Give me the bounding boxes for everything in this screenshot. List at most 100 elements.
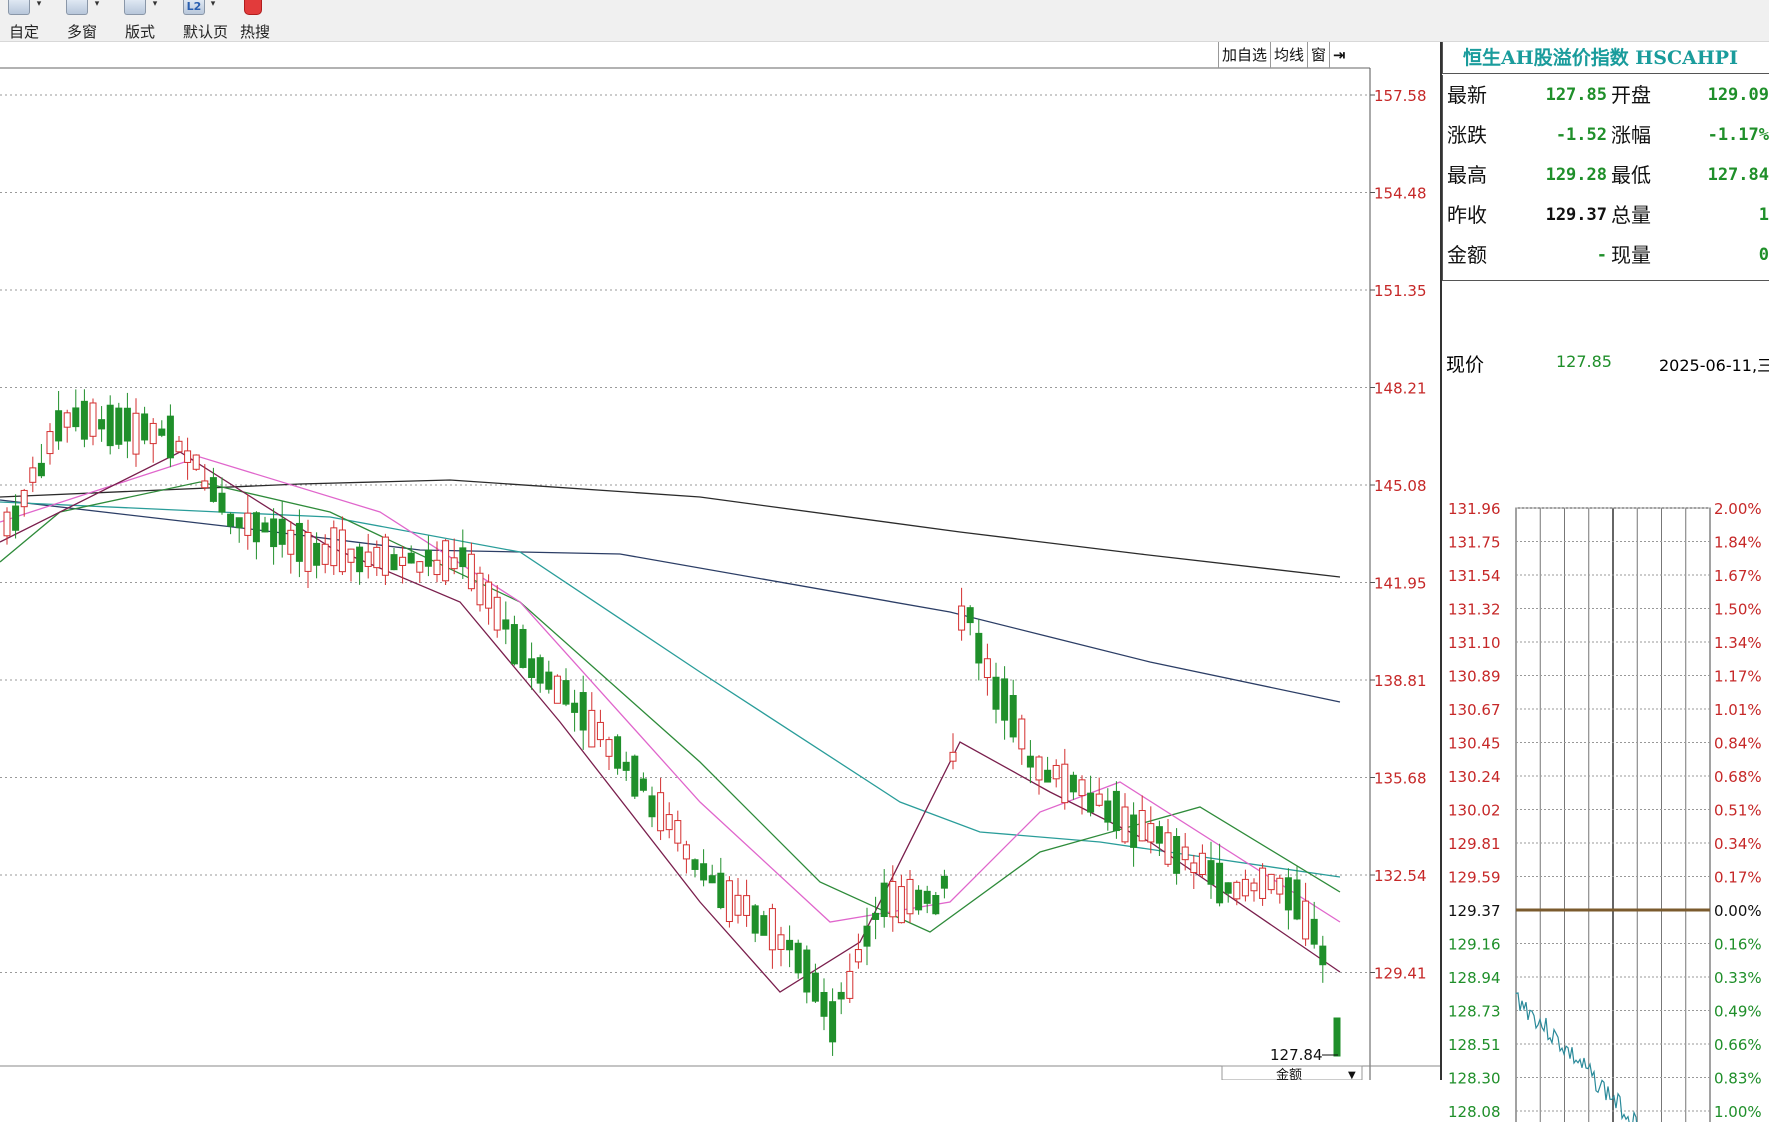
dropdown-arrow-icon: ▼ xyxy=(1348,1070,1356,1080)
candle-body xyxy=(1319,945,1327,966)
candle-body xyxy=(1035,756,1043,781)
candle-body xyxy=(605,739,613,757)
price-tick-label: 129.41 xyxy=(1374,965,1427,983)
candle-body xyxy=(717,872,725,909)
candle-body xyxy=(571,702,579,713)
candle-body xyxy=(209,477,217,502)
moving-average-tab[interactable]: 均线 xyxy=(1270,42,1307,68)
toolbar: ▾ 自定 ▾ 多窗 ▾ 版式 L2 ▾ 默认页 热搜 xyxy=(0,0,1769,42)
candle-body xyxy=(1130,814,1138,848)
candle-body xyxy=(244,512,252,536)
mini-right-tick: 0.83% xyxy=(1714,1070,1762,1088)
candle-body xyxy=(304,531,312,572)
candle-body xyxy=(132,412,140,455)
candle-body xyxy=(1095,793,1103,806)
mini-right-tick: 0.66% xyxy=(1714,1036,1762,1054)
candle-body xyxy=(510,624,518,665)
candle-body xyxy=(682,844,690,860)
moving-average-line-4 xyxy=(0,481,1341,933)
candle-body xyxy=(1104,800,1112,823)
candle-body xyxy=(932,895,940,915)
candle-body xyxy=(1190,862,1198,874)
custom-button[interactable]: ▾ 自定 xyxy=(0,0,56,42)
candle-body xyxy=(940,875,948,889)
mini-left-tick: 131.96 xyxy=(1448,500,1501,518)
candle-body xyxy=(880,882,888,918)
candle-body xyxy=(657,792,665,832)
window-tab[interactable]: 窗 xyxy=(1307,42,1329,68)
dropdown-arrow-icon: ▾ xyxy=(210,0,216,9)
candle-body xyxy=(485,581,493,609)
low-value: 127.84 xyxy=(1707,165,1769,185)
mini-left-tick: 131.54 xyxy=(1448,567,1501,585)
candle-body xyxy=(725,880,733,923)
candle-body xyxy=(811,972,819,1002)
current-price-value: 127.85 xyxy=(1556,352,1612,371)
moving-average-line-5 xyxy=(0,456,1341,923)
mini-right-tick: 0.51% xyxy=(1714,802,1762,820)
candle-body xyxy=(1069,774,1077,793)
candle-body xyxy=(665,814,673,831)
quote-row: 昨收 129.37 总量 1 xyxy=(1443,195,1769,235)
candle-body xyxy=(923,890,931,904)
kline-chart[interactable]: 157.58 154.48 151.35 148.21 145.08 141.95 138.… xyxy=(0,42,1440,1080)
intraday-mini-chart[interactable]: 131.96 2.00% 131.75 1.84% 131.54 1.67% 131.32 1… xyxy=(1442,442,1769,1122)
candle-body xyxy=(407,552,415,564)
candle-body xyxy=(639,778,647,791)
price-tick-label: 141.95 xyxy=(1374,575,1427,593)
candle-body xyxy=(287,529,295,555)
candle-body xyxy=(450,557,458,570)
candle-body xyxy=(278,518,286,545)
candle-body xyxy=(502,619,510,630)
candle-body xyxy=(622,761,630,771)
candle-body xyxy=(235,517,243,529)
candle-body xyxy=(218,492,226,513)
candle-body xyxy=(141,413,149,441)
default-page-button[interactable]: L2 ▾ 默认页 xyxy=(174,0,230,42)
candle-body xyxy=(760,915,768,936)
mini-left-tick: 128.94 xyxy=(1448,969,1501,987)
multi-window-button[interactable]: ▾ 多窗 xyxy=(58,0,114,42)
layout-button[interactable]: ▾ 版式 xyxy=(116,0,172,42)
multi-window-label: 多窗 xyxy=(67,23,98,41)
candle-body xyxy=(1052,764,1060,780)
candle-body xyxy=(708,875,716,884)
candle-body xyxy=(958,605,966,631)
candle-body xyxy=(123,407,131,442)
candle-body xyxy=(29,467,37,483)
candle-body xyxy=(837,991,845,1000)
layout-label: 版式 xyxy=(125,23,156,41)
candle-body xyxy=(889,880,897,918)
index-title: 恒生AH股溢价指数 HSCAHPI xyxy=(1442,42,1769,74)
volume-tab-label: 金额 xyxy=(1276,1067,1302,1080)
candle-body xyxy=(295,522,303,562)
open-value: 129.09 xyxy=(1707,85,1769,105)
candle-body xyxy=(562,680,570,705)
candle-body xyxy=(201,480,209,489)
multi-window-icon xyxy=(66,0,88,15)
mini-left-tick: 128.51 xyxy=(1448,1036,1501,1054)
candle-body xyxy=(751,905,759,934)
mini-right-tick: 1.67% xyxy=(1714,567,1762,585)
mini-left-tick: 131.75 xyxy=(1448,534,1501,552)
current-volume-label: 现量 xyxy=(1611,243,1651,267)
candle-body xyxy=(768,908,776,951)
current-price-row: 现价 127.85 2025-06-11,三 xyxy=(1442,350,1769,380)
mini-right-tick: 0.49% xyxy=(1714,1003,1762,1021)
hot-search-button[interactable]: 热搜 xyxy=(232,0,288,42)
price-tick-label: 157.58 xyxy=(1374,87,1427,105)
mini-right-tick: 1.50% xyxy=(1714,601,1762,619)
candle-body xyxy=(966,607,974,624)
price-tick-label: 148.21 xyxy=(1374,380,1427,398)
candle-body xyxy=(1276,877,1284,895)
current-price-label: 现价 xyxy=(1446,354,1485,376)
candle-body xyxy=(467,553,475,590)
candle-body xyxy=(321,543,329,565)
add-favorite-tab[interactable]: 加自选 xyxy=(1218,42,1270,68)
mini-left-tick: 129.37 xyxy=(1448,902,1501,920)
l2-icon: L2 xyxy=(183,0,205,15)
current-volume-value: 0 xyxy=(1758,245,1769,265)
candle-body xyxy=(1061,763,1069,804)
mini-right-tick: 0.17% xyxy=(1714,869,1762,887)
collapse-panel-icon[interactable]: ⇥ xyxy=(1329,42,1349,68)
